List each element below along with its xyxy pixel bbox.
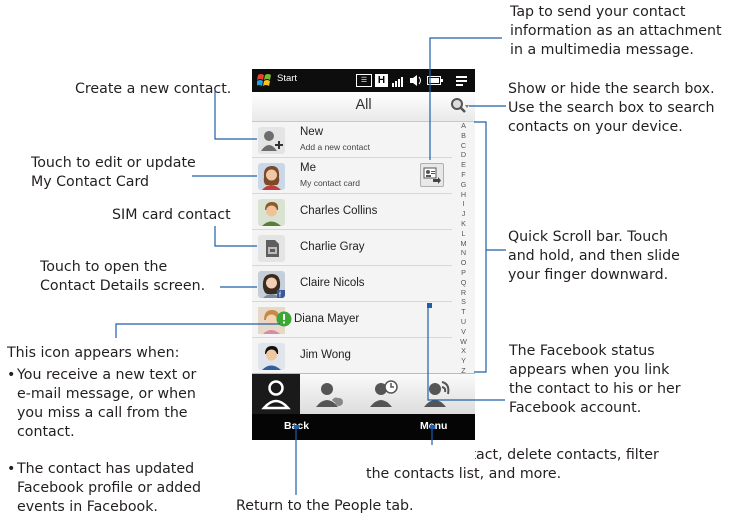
send-callout-line xyxy=(429,37,502,160)
sim-callout-line xyxy=(214,226,257,247)
back-marker xyxy=(294,425,299,429)
create-callout-line xyxy=(214,89,257,140)
quick-scroll-bracket xyxy=(474,121,487,373)
menu-marker xyxy=(430,425,435,429)
facebook-status-marker xyxy=(427,303,432,308)
icon-appears-callout-line xyxy=(115,323,280,338)
facebook-status-callout-line xyxy=(427,305,505,401)
callout-lines xyxy=(115,37,506,495)
